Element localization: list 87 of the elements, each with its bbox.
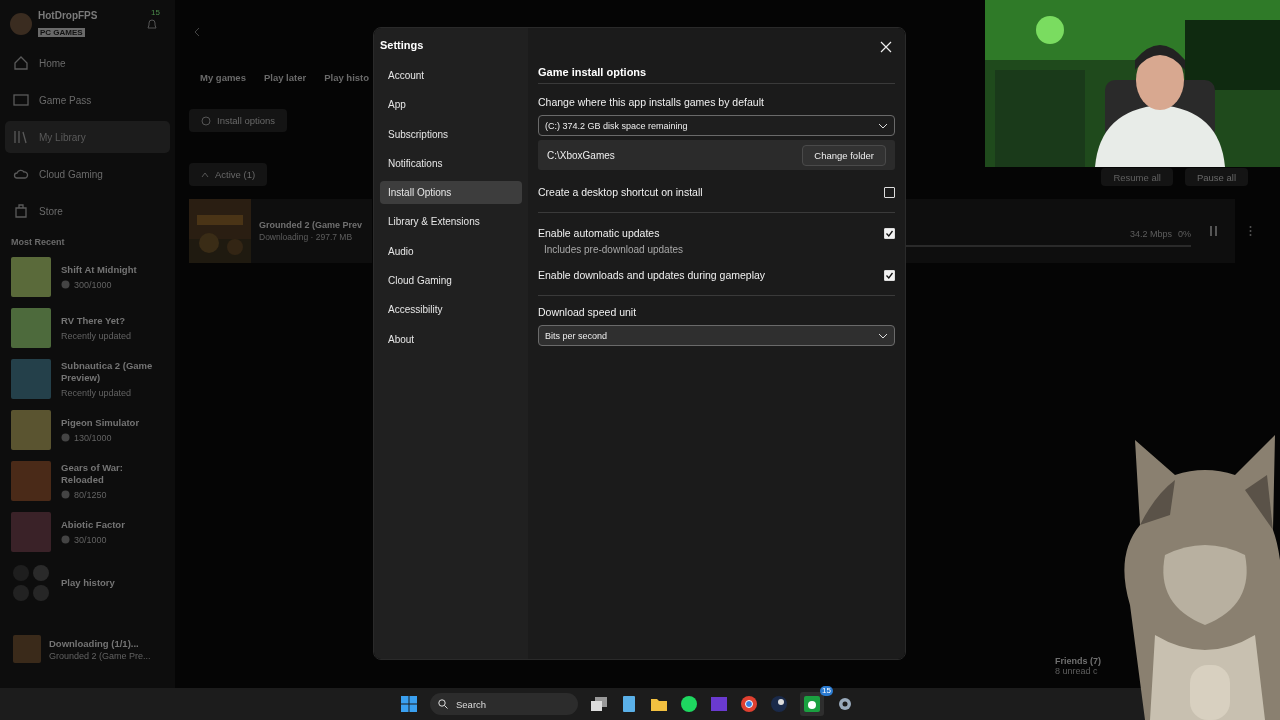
search-icon — [438, 699, 448, 709]
resume-all-button[interactable]: Resume all — [1101, 168, 1173, 186]
section-heading: Most Recent — [11, 237, 66, 247]
setting-label: Create a desktop shortcut on install — [538, 186, 703, 198]
game-thumbnail[interactable] — [11, 358, 51, 399]
folder-path: C:\XboxGames — [547, 149, 615, 161]
friends-unread: 8 unread c — [1055, 666, 1099, 676]
chevron-down-icon — [878, 122, 888, 129]
taskbar-search[interactable]: Search — [430, 693, 578, 715]
setting-note: Includes pre-download updates — [544, 244, 684, 255]
game-detail: 130/1000 — [74, 432, 112, 443]
settings-nav-item[interactable]: Library & Extensions — [380, 210, 522, 234]
game-detail: Recently updated — [61, 330, 132, 341]
setting-label: Enable automatic updates — [538, 227, 660, 239]
app-icon[interactable] — [710, 695, 728, 713]
home-icon — [13, 55, 29, 71]
settings-nav-item[interactable]: Audio — [380, 239, 522, 263]
pause-icon[interactable] — [1209, 226, 1219, 236]
settings-nav-item[interactable]: Subscriptions — [380, 122, 522, 146]
game-detail: Recently updated — [61, 387, 132, 398]
section-heading: Game install options — [538, 66, 648, 80]
game-detail: 80/1250 — [74, 489, 107, 500]
nav-item[interactable]: Home — [5, 47, 170, 79]
change-folder-button[interactable]: Change folder — [802, 144, 886, 166]
setting-label: Download speed unit — [538, 306, 638, 318]
nav-item[interactable]: Cloud Gaming — [5, 158, 170, 190]
game-thumbnail[interactable] — [11, 409, 51, 450]
download-title: Grounded 2 (Game Prev — [259, 220, 363, 230]
gift-icon — [13, 203, 29, 219]
active-group-toggle[interactable]: Active (1) — [189, 163, 268, 186]
download-row[interactable]: Grounded 2 (Game Prev Downloading · 297.7 MB — [189, 199, 372, 263]
friends-title[interactable]: Friends (7) — [1055, 656, 1101, 666]
library-tab[interactable]: My games — [200, 72, 246, 87]
pause-all-button[interactable]: Pause all — [1184, 168, 1248, 186]
notification-badge: 15 — [820, 686, 833, 696]
download-status: Downloading · 297.7 MB — [259, 232, 354, 242]
setting-label: Enable downloads and updates during gameplay — [538, 269, 766, 281]
library-tab[interactable]: Play histo — [324, 72, 370, 87]
settings-nav-item[interactable]: App — [380, 93, 522, 117]
settings-title: Settings — [380, 39, 425, 51]
install-options-button[interactable]: Install options — [189, 109, 288, 132]
game-title[interactable]: Gears of War: Reloaded — [61, 461, 164, 486]
setting-label: Change where this app installs games by default — [538, 96, 765, 108]
game-thumbnail[interactable] — [11, 460, 51, 501]
profile-badge: PC GAMES — [38, 27, 85, 37]
nav-item[interactable]: My Library — [5, 121, 170, 153]
game-thumbnail[interactable] — [11, 307, 51, 348]
start-icon[interactable] — [400, 695, 418, 713]
download-speed: 34.2 Mbps — [1129, 229, 1172, 239]
checkbox[interactable] — [884, 269, 895, 281]
download-percent: 0% — [1178, 229, 1191, 239]
settings-nav-item[interactable]: Cloud Gaming — [380, 269, 522, 293]
downloading-title[interactable]: Downloading (1/1)... — [49, 637, 151, 650]
notification-count: 15 — [151, 8, 160, 17]
game-pass-icon — [13, 92, 29, 108]
settings-nav-item[interactable]: About — [380, 327, 522, 351]
game-title[interactable]: RV There Yet? — [61, 314, 132, 327]
download-thumbnail — [13, 635, 41, 663]
game-title[interactable]: Shift At Midnight — [61, 263, 137, 276]
library-icon — [13, 129, 29, 145]
task-view-icon[interactable] — [590, 695, 608, 713]
game-thumbnail[interactable] — [11, 256, 51, 297]
game-title[interactable]: Pigeon Simulator — [61, 416, 140, 429]
checkbox[interactable] — [884, 227, 895, 239]
play-history-link[interactable]: Play history — [61, 576, 115, 589]
game-thumbnail[interactable] — [11, 511, 51, 552]
speed-unit-select[interactable]: Bits per second — [538, 325, 895, 346]
profile-name: HotDropFPS — [38, 9, 98, 21]
downloading-subtitle: Grounded 2 (Game Pre... — [49, 650, 151, 661]
chevron-down-icon — [878, 332, 888, 339]
nav-item[interactable]: Store — [5, 195, 170, 227]
play-history-icon — [11, 562, 51, 603]
browser-icon[interactable] — [740, 695, 758, 713]
settings-nav-item[interactable]: Account — [380, 64, 522, 87]
game-title[interactable]: Subnautica 2 (Game Preview) — [61, 359, 164, 384]
chevron-up-icon — [201, 171, 209, 178]
drive-select[interactable]: (C:) 374.2 GB disk space remaining — [538, 115, 895, 136]
game-detail: 300/1000 — [74, 279, 112, 290]
settings-nav-item[interactable]: Notifications — [380, 151, 522, 175]
bell-icon[interactable] — [145, 17, 159, 31]
game-title[interactable]: Abiotic Factor — [61, 518, 125, 531]
nav-item[interactable]: Game Pass — [5, 84, 170, 116]
library-tab[interactable]: Play later — [263, 72, 307, 87]
checkbox[interactable] — [884, 186, 895, 198]
settings-nav-item[interactable]: Install Options — [380, 181, 522, 205]
settings-nav-item[interactable]: Accessibility — [380, 298, 522, 322]
game-detail: 30/1000 — [74, 534, 107, 545]
